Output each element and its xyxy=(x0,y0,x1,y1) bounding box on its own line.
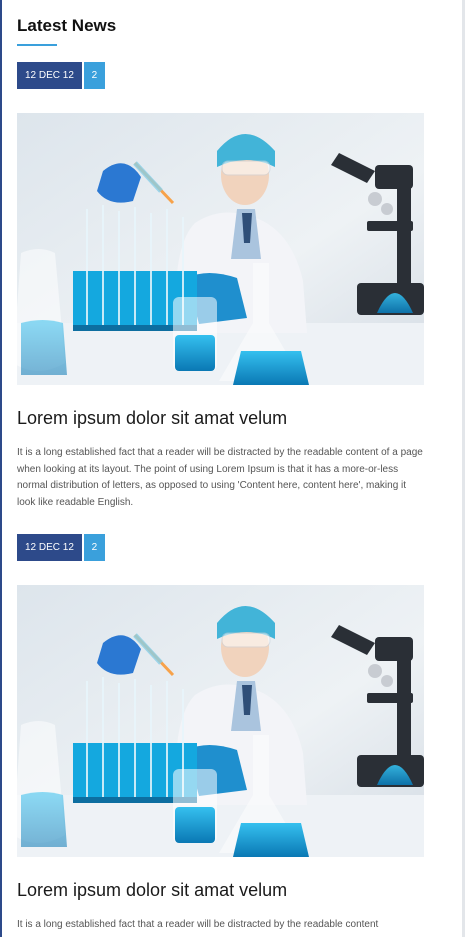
post-image[interactable] xyxy=(17,113,424,385)
latest-news-widget: Latest News 12 DEC 12 2 Lorem ipsum dolo… xyxy=(17,0,425,934)
post-excerpt: It is a long established fact that a rea… xyxy=(17,919,379,930)
post-title[interactable]: Lorem ipsum dolor sit amat velum xyxy=(17,879,425,901)
post-image[interactable] xyxy=(17,585,424,857)
comment-count-badge[interactable]: 2 xyxy=(83,534,105,561)
page-left-border xyxy=(0,0,2,937)
news-post: 12 DEC 12 2 Lorem ipsum dolor sit amat v… xyxy=(17,62,425,511)
post-excerpt: It is a long established fact that a rea… xyxy=(17,447,423,508)
news-post: 12 DEC 12 2 Lorem ipsum dolor sit amat v… xyxy=(17,534,425,934)
date-badge: 12 DEC 12 xyxy=(17,62,82,89)
post-meta: 12 DEC 12 2 xyxy=(17,534,425,561)
comment-count-badge[interactable]: 2 xyxy=(83,62,105,89)
section-title: Latest News xyxy=(17,16,117,35)
date-badge: 12 DEC 12 xyxy=(17,534,82,561)
post-meta: 12 DEC 12 2 xyxy=(17,62,425,89)
post-title[interactable]: Lorem ipsum dolor sit amat velum xyxy=(17,407,425,429)
title-underline xyxy=(17,44,57,46)
